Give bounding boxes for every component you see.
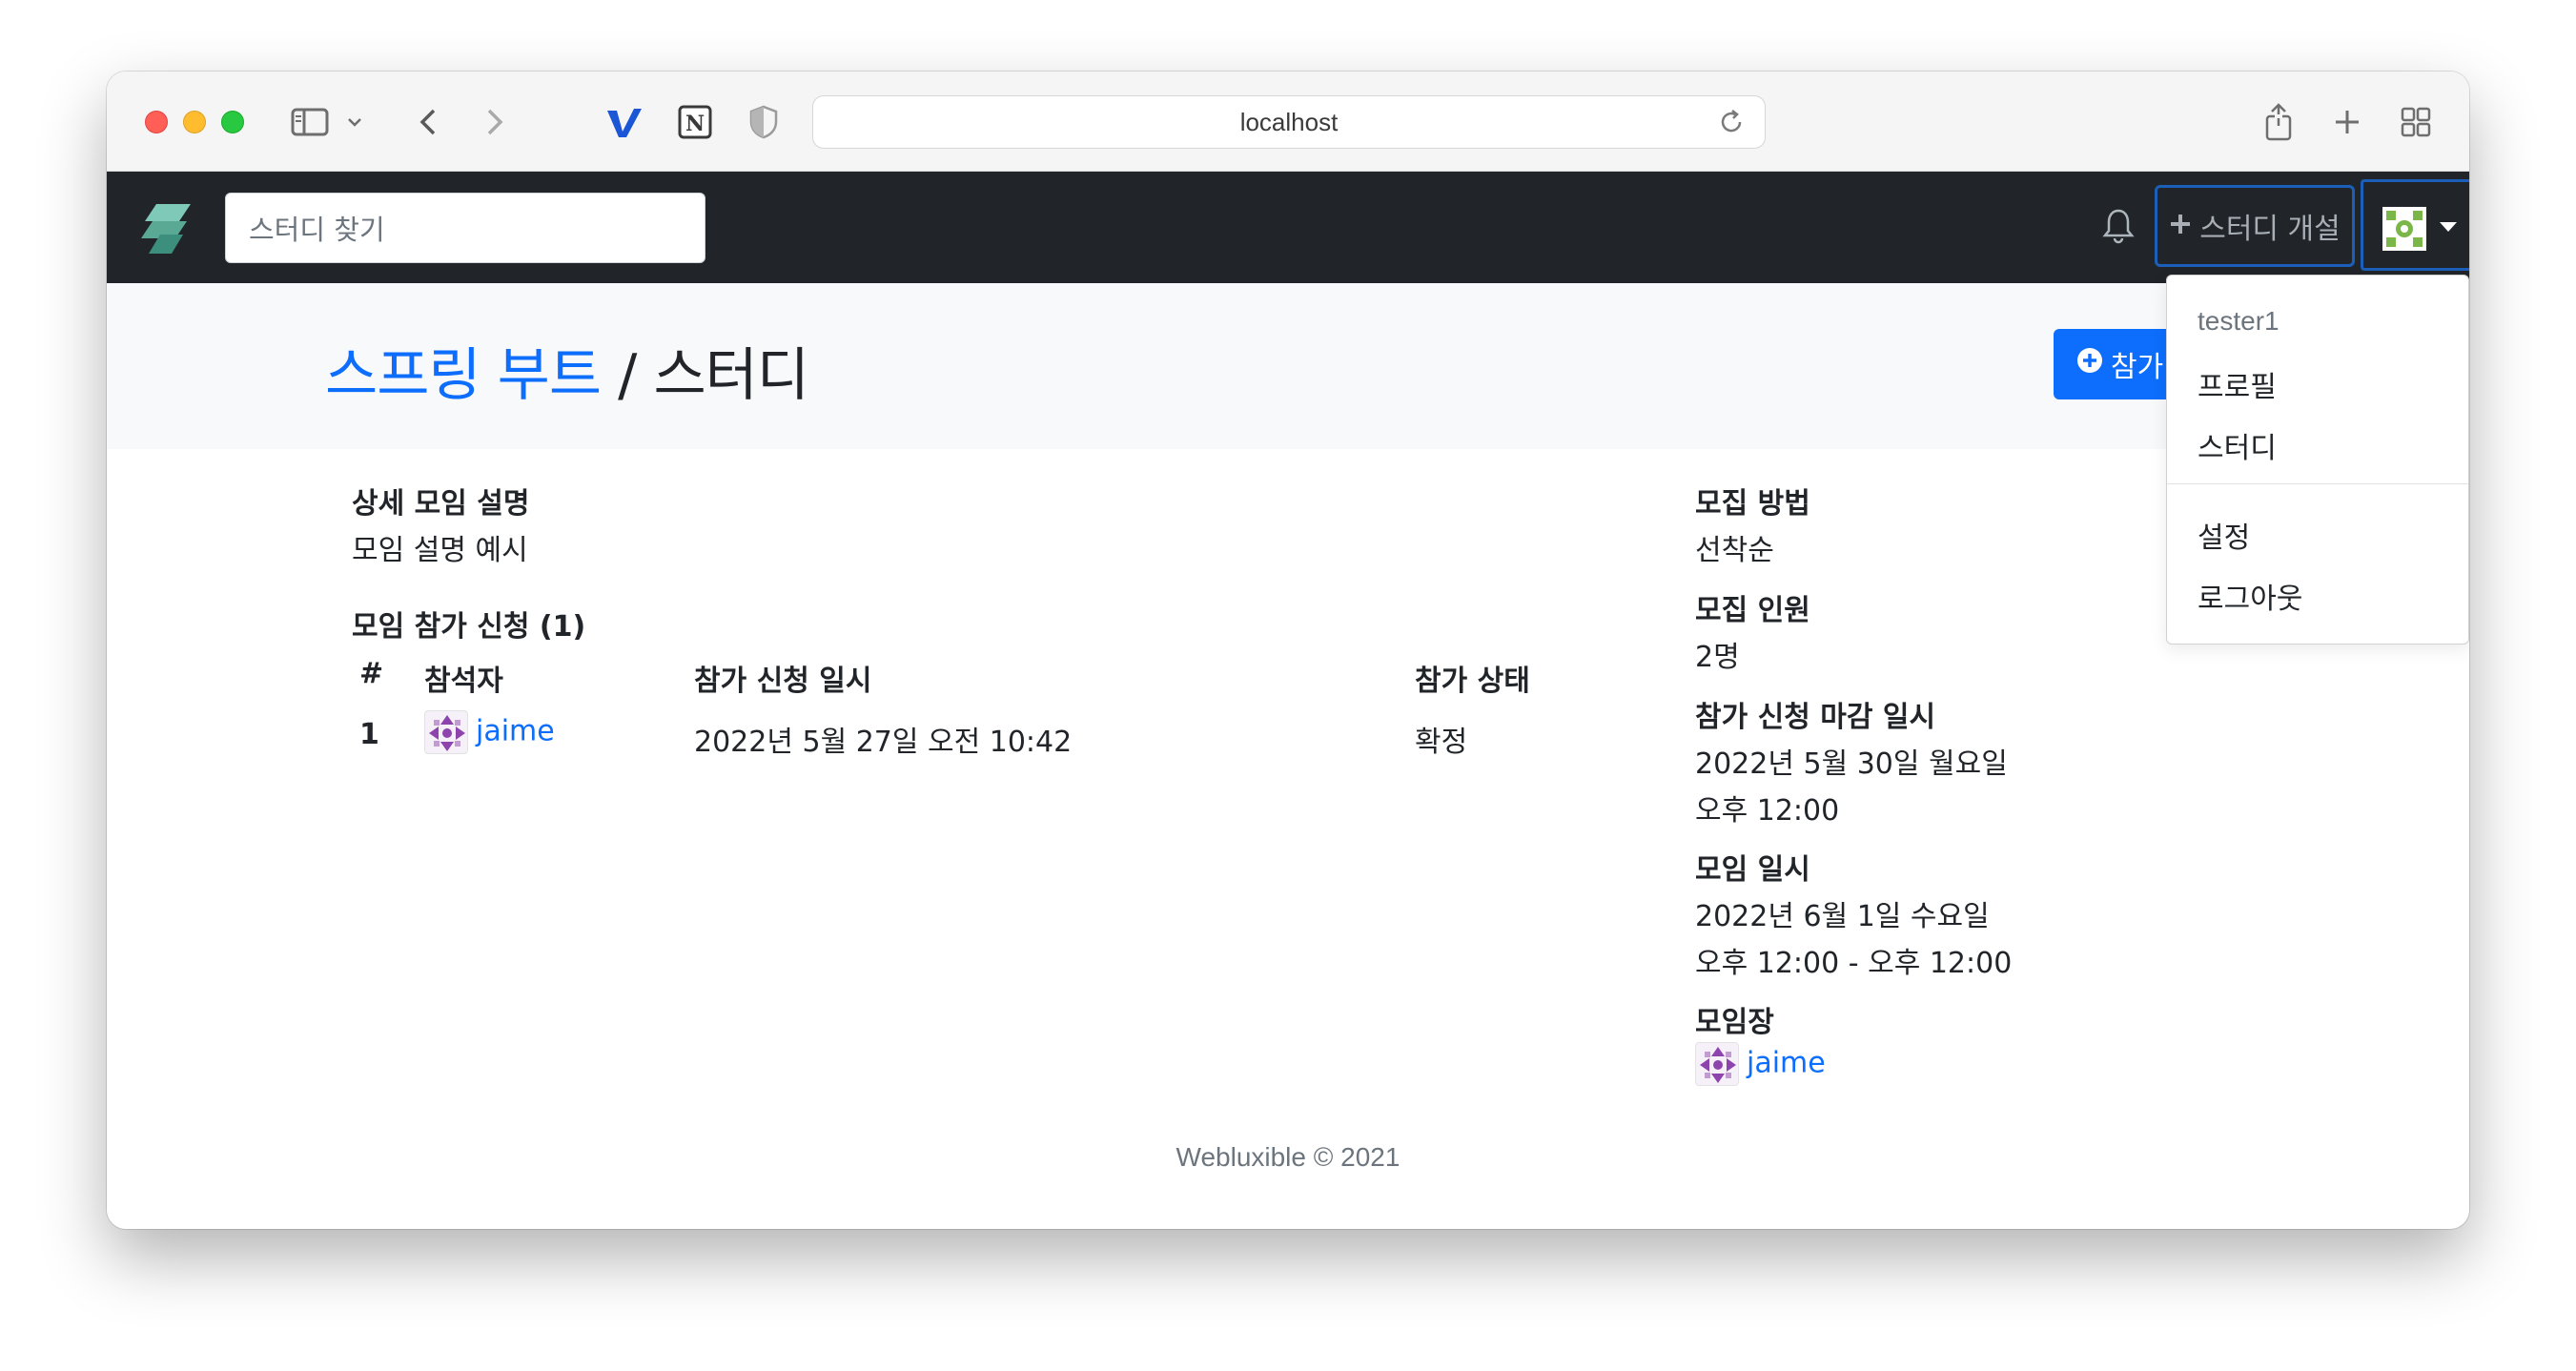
user-avatar [2382, 207, 2426, 251]
share-icon[interactable] [2259, 100, 2298, 144]
bell-icon[interactable] [2102, 208, 2135, 248]
row-1-attendee: jaime [424, 710, 555, 754]
dropdown-item-profile[interactable]: 프로필 [2198, 363, 2277, 405]
app-navbar: 스터디 찾기 스터디 개설 [107, 172, 2469, 283]
close-window-button[interactable] [145, 111, 168, 133]
row-1-status: 확정 [1415, 726, 1468, 759]
back-icon[interactable] [414, 100, 442, 144]
row-1-applied-at: 2022년 5월 27일 오전 10:42 [694, 726, 1073, 759]
forward-icon[interactable] [480, 100, 509, 144]
join-button-label: 참가 [2111, 351, 2164, 384]
sidebar-toggle-icon[interactable] [288, 100, 332, 144]
plus-icon [2169, 210, 2192, 243]
profile-menu-toggle[interactable] [2361, 179, 2469, 271]
dropdown-item-logout[interactable]: 로그아웃 [2198, 575, 2302, 617]
caret-down-icon [2440, 222, 2457, 232]
description-value: 모임 설명 예시 [352, 534, 528, 567]
row-1-num: 1 [359, 718, 379, 751]
shield-icon[interactable] [742, 100, 786, 144]
column-header-num: # [359, 657, 384, 690]
study-search-input[interactable]: 스터디 찾기 [225, 193, 705, 263]
method-label: 모집 방법 [1695, 487, 1810, 521]
column-header-applied-at: 참가 신청 일시 [694, 665, 872, 698]
study-title-link[interactable]: 스프링 부트 [325, 342, 602, 409]
browser-toolbar: N localhost [107, 72, 2469, 172]
url-text: localhost [1239, 107, 1339, 136]
deadline-date: 2022년 5월 30일 월요일 [1695, 747, 2008, 781]
deadline-label: 참가 신청 마감 일시 [1695, 701, 1936, 734]
dropdown-username: tester1 [2198, 306, 2280, 336]
reload-icon[interactable] [1717, 108, 1746, 140]
chevron-down-icon[interactable] [343, 100, 366, 144]
create-study-button[interactable]: 스터디 개설 [2155, 185, 2355, 267]
zoom-window-button[interactable] [221, 111, 244, 133]
applications-label: 모임 참가 신청 (1) [352, 610, 586, 644]
footer-text: Webluxible © 2021 [1176, 1142, 1400, 1172]
browser-window: N localhost 스터디 찾기 스터디 개설 스프링 부트 / 스터디 참… [107, 72, 2469, 1229]
deadline-time: 오후 12:00 [1695, 794, 1840, 828]
column-header-status: 참가 상태 [1415, 665, 1530, 698]
manager-avatar [1695, 1042, 1739, 1086]
event-time: 오후 12:00 - 오후 12:00 [1695, 947, 2013, 980]
search-placeholder: 스터디 찾기 [249, 214, 385, 246]
capacity-value: 2명 [1695, 641, 1740, 674]
attendee-link[interactable]: jaime [476, 715, 555, 748]
title-separator: / [601, 342, 654, 409]
column-header-attendee: 참석자 [424, 665, 503, 698]
attendee-avatar [424, 710, 468, 754]
profile-dropdown-menu: tester1 프로필 스터디 설정 로그아웃 [2166, 275, 2469, 645]
address-bar[interactable]: localhost [812, 95, 1766, 149]
method-value: 선착순 [1695, 534, 1774, 567]
manager-label: 모임장 [1695, 1006, 1774, 1039]
description-label: 상세 모임 설명 [352, 487, 530, 521]
plus-circle-icon [2076, 347, 2103, 381]
svg-text:N: N [685, 112, 705, 136]
event-date: 2022년 6월 1일 수요일 [1695, 900, 1990, 933]
manager: jaime [1695, 1042, 1826, 1086]
new-tab-icon[interactable] [2328, 100, 2366, 144]
manager-link[interactable]: jaime [1747, 1047, 1826, 1080]
vimeo-extension-icon[interactable] [603, 100, 646, 144]
brand-logo-icon[interactable] [141, 200, 194, 261]
dropdown-item-study[interactable]: 스터디 [2198, 424, 2277, 466]
notion-extension-icon[interactable]: N [673, 100, 717, 144]
dropdown-divider [2167, 483, 2468, 484]
dropdown-item-settings[interactable]: 설정 [2198, 514, 2250, 556]
tab-overview-icon[interactable] [2397, 100, 2435, 144]
event-label: 모임 일시 [1695, 853, 1810, 887]
page-title: 스프링 부트 / 스터디 [325, 329, 809, 412]
study-header: 스프링 부트 / 스터디 참가 [107, 283, 2469, 449]
create-study-label: 스터디 개설 [2199, 213, 2341, 246]
minimize-window-button[interactable] [183, 111, 206, 133]
capacity-label: 모집 인원 [1695, 594, 1810, 627]
title-section: 스터디 [653, 342, 809, 409]
